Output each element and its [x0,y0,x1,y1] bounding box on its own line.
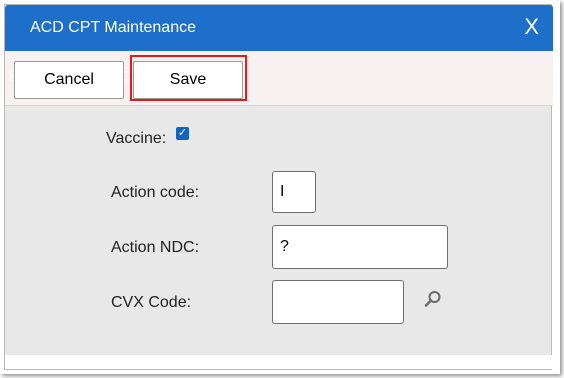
dialog-form: Vaccine: ✓ Action code: Action NDC: CVX … [5,105,553,357]
vaccine-checkbox[interactable]: ✓ [176,127,189,140]
cancel-button[interactable]: Cancel [14,61,124,99]
checkmark-icon: ✓ [177,127,188,139]
close-button[interactable]: X [524,14,539,40]
acd-cpt-maintenance-dialog: ACD CPT Maintenance X Rec Options Cancel… [4,4,553,370]
action-ndc-field[interactable] [272,225,448,269]
save-highlight-box [130,55,247,101]
dialog-footer [5,355,553,369]
vaccine-label: Vaccine: [106,130,167,147]
cvx-code-field[interactable] [272,280,404,324]
cvx-code-label: CVX Code: [111,294,192,311]
search-icon[interactable] [424,290,442,308]
action-code-field[interactable] [272,171,316,213]
dialog-toolbar: Rec Options Cancel Save [5,51,553,106]
dialog-title: ACD CPT Maintenance [30,19,196,36]
dialog-titlebar: ACD CPT Maintenance X [5,5,553,51]
action-code-label: Action code: [111,184,200,201]
action-ndc-label: Action NDC: [111,239,200,256]
